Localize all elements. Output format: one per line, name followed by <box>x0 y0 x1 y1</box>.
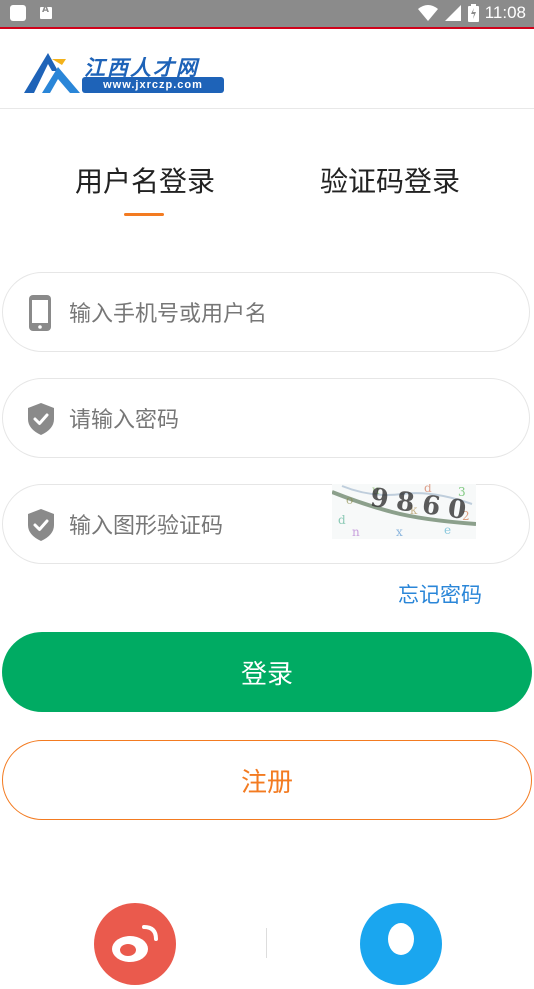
svg-text:o: o <box>346 493 353 507</box>
logo-mark-icon <box>24 53 80 93</box>
shield-check-icon <box>28 509 54 541</box>
app-header: 江西人才网 www.jxrczp.com <box>0 29 534 109</box>
tab-username-login[interactable]: 用户名登录 <box>75 160 215 200</box>
notification-icon <box>10 5 26 21</box>
qq-login-button[interactable] <box>360 903 442 985</box>
active-tab-indicator <box>124 213 164 216</box>
svg-text:n: n <box>352 525 360 539</box>
site-logo[interactable]: 江西人才网 www.jxrczp.com <box>22 49 228 95</box>
password-field <box>2 378 530 458</box>
captcha-input[interactable] <box>67 503 311 549</box>
status-bar: 11:08 <box>0 0 534 29</box>
battery-icon <box>467 4 479 22</box>
weibo-login-button[interactable] <box>94 903 176 985</box>
captcha-image[interactable]: dn ux d3 2e ok 9860 <box>332 484 476 539</box>
svg-text:x: x <box>396 525 403 539</box>
phone-icon <box>29 295 51 331</box>
status-time: 11:08 <box>484 3 526 22</box>
svg-text:d: d <box>338 513 346 527</box>
register-button[interactable]: 注册 <box>2 740 532 820</box>
signal-icon <box>444 5 461 21</box>
wifi-icon <box>417 5 438 21</box>
password-input[interactable] <box>67 397 311 443</box>
shield-check-icon <box>28 403 54 435</box>
tab-code-login[interactable]: 验证码登录 <box>320 160 460 200</box>
weibo-icon <box>112 925 158 962</box>
username-input[interactable] <box>67 291 311 337</box>
login-button[interactable]: 登录 <box>2 632 532 712</box>
username-field <box>2 272 530 352</box>
keyboard-icon <box>40 5 52 19</box>
forgot-password-link[interactable]: 忘记密码 <box>398 579 482 609</box>
qq-icon <box>388 923 414 955</box>
social-divider <box>266 928 267 958</box>
svg-text:e: e <box>444 523 451 537</box>
logo-url: www.jxrczp.com <box>82 77 224 93</box>
